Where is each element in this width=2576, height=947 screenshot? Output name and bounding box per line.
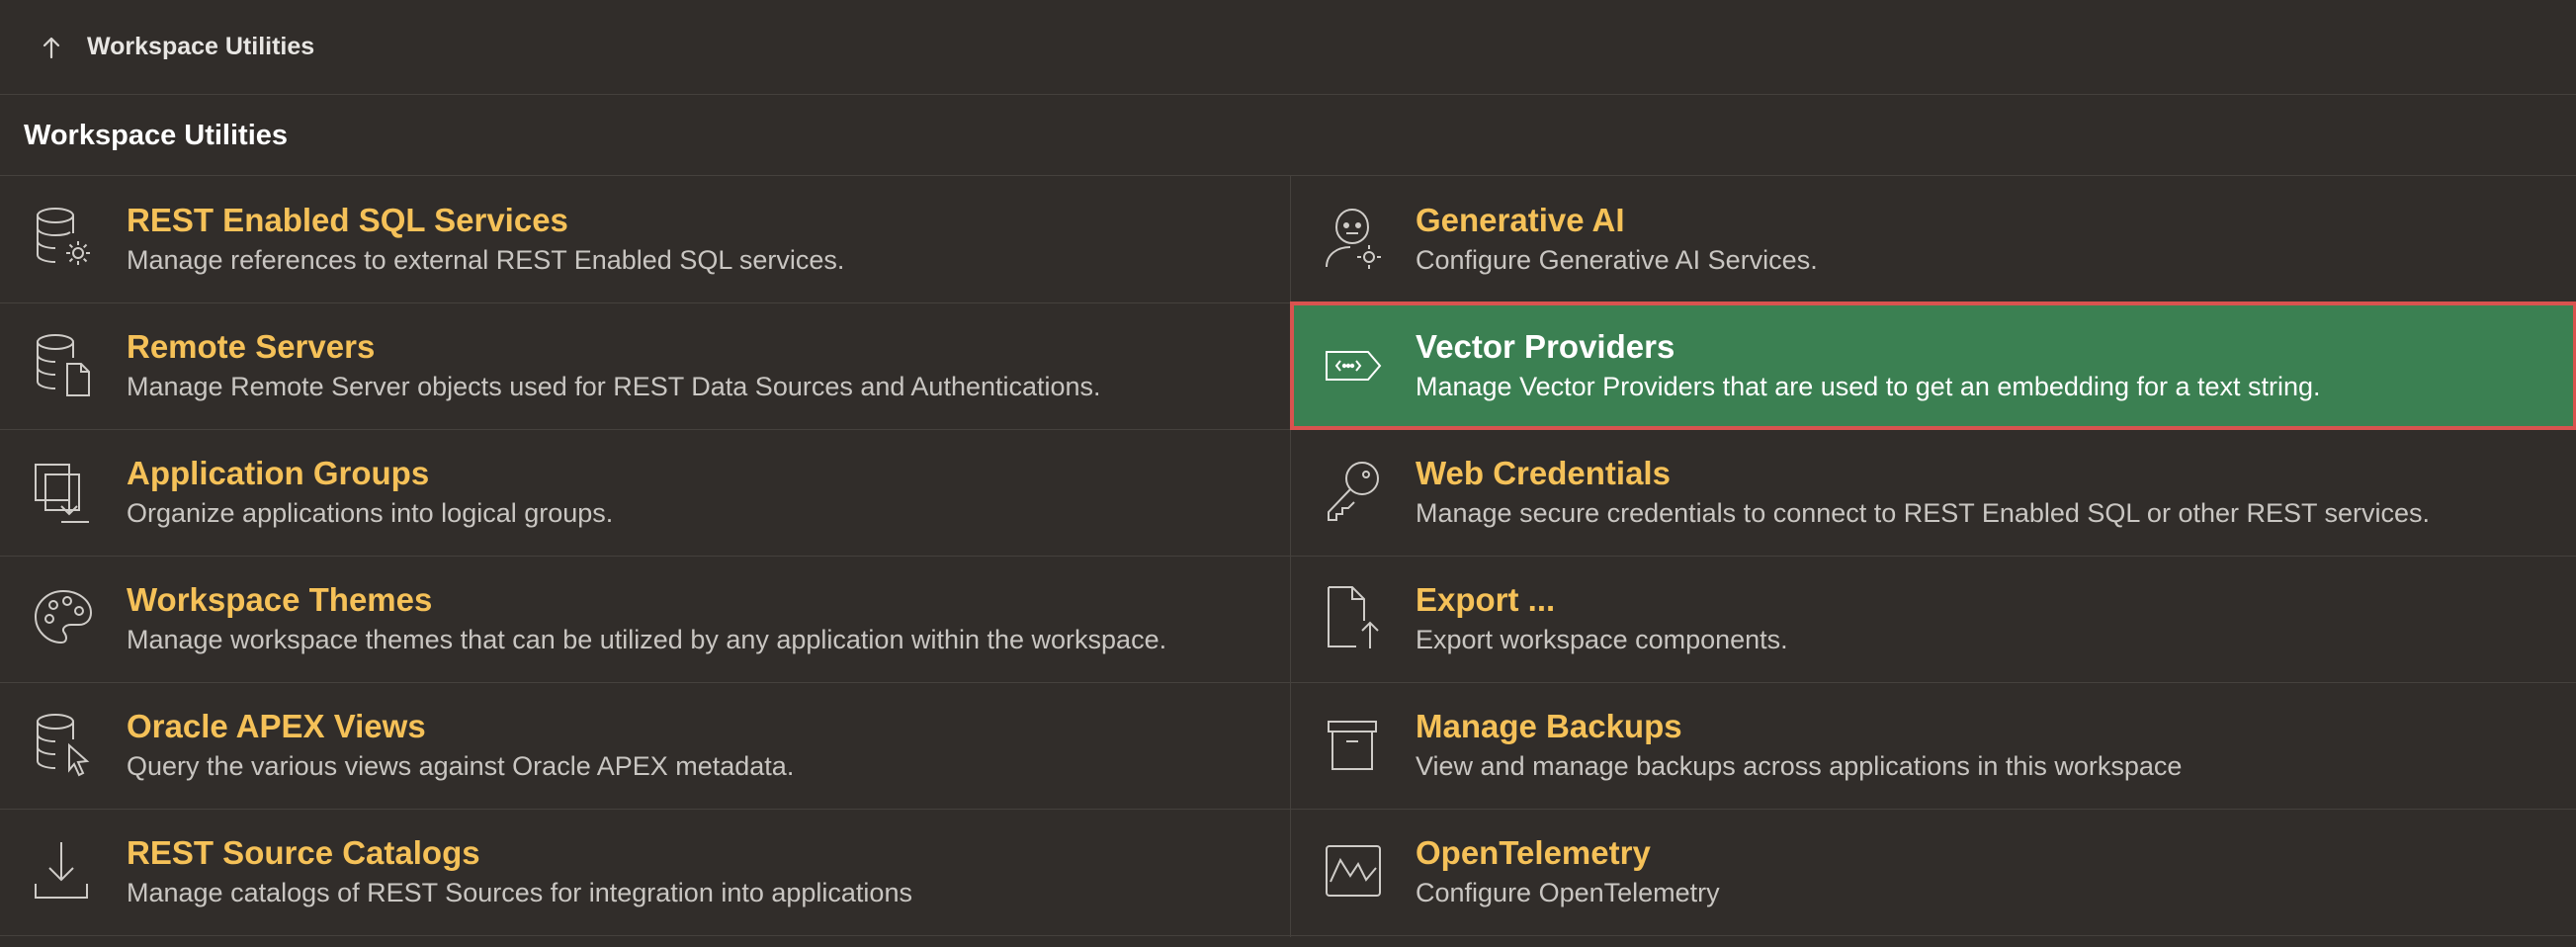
card-description: View and manage backups across applicati… — [1416, 751, 2183, 781]
vector-tag-icon — [1323, 330, 1386, 401]
card-title[interactable]: Oracle APEX Views — [127, 708, 426, 745]
card-title[interactable]: Remote Servers — [127, 328, 375, 366]
card-title[interactable]: REST Enabled SQL Services — [127, 202, 568, 239]
card-description: Manage workspace themes that can be util… — [127, 625, 1167, 654]
breadcrumb-title[interactable]: Workspace Utilities — [87, 33, 314, 61]
card-description: Organize applications into logical group… — [127, 498, 614, 528]
card-manage-backups[interactable]: Manage Backups View and manage backups a… — [1291, 682, 2576, 809]
database-document-icon — [32, 330, 95, 401]
activity-chart-icon — [1323, 836, 1386, 907]
card-title[interactable]: OpenTelemetry — [1416, 834, 1651, 872]
card-web-credentials[interactable]: Web Credentials Manage secure credential… — [1291, 429, 2576, 556]
arrow-up-icon[interactable] — [40, 33, 63, 62]
robot-gear-icon — [1323, 204, 1386, 275]
card-description: Query the various views against Oracle A… — [127, 751, 795, 781]
utilities-grid: REST Enabled SQL Services Manage referen… — [0, 176, 2576, 937]
card-oracle-apex-views[interactable]: Oracle APEX Views Query the various view… — [0, 682, 1290, 809]
card-description: Manage references to external REST Enabl… — [127, 245, 845, 275]
card-rest-enabled-sql-services[interactable]: REST Enabled SQL Services Manage referen… — [0, 176, 1290, 302]
card-remote-servers[interactable]: Remote Servers Manage Remote Server obje… — [0, 302, 1290, 429]
region-title: Workspace Utilities — [24, 119, 289, 151]
card-rest-source-catalogs[interactable]: REST Source Catalogs Manage catalogs of … — [0, 809, 1290, 935]
copy-download-icon — [32, 457, 95, 528]
card-title[interactable]: Generative AI — [1416, 202, 1625, 239]
card-title[interactable]: Application Groups — [127, 455, 429, 492]
card-description: Export workspace components. — [1416, 625, 1788, 654]
database-gear-icon — [32, 204, 95, 275]
card-title[interactable]: Vector Providers — [1416, 328, 1674, 366]
download-tray-icon — [32, 836, 95, 907]
card-description: Configure Generative AI Services. — [1416, 245, 1818, 275]
region-header: Workspace Utilities — [0, 96, 2576, 176]
card-description: Manage Vector Providers that are used to… — [1416, 372, 2321, 401]
breadcrumb-bar: Workspace Utilities — [0, 0, 2576, 95]
card-title[interactable]: Export ... — [1416, 581, 1555, 619]
row-divider — [0, 935, 2576, 936]
card-title[interactable]: Manage Backups — [1416, 708, 1682, 745]
card-opentelemetry[interactable]: OpenTelemetry Configure OpenTelemetry — [1291, 809, 2576, 935]
card-description: Manage secure credentials to connect to … — [1416, 498, 2431, 528]
card-description: Configure OpenTelemetry — [1416, 878, 1720, 907]
card-application-groups[interactable]: Application Groups Organize applications… — [0, 429, 1290, 556]
card-generative-ai[interactable]: Generative AI Configure Generative AI Se… — [1291, 176, 2576, 302]
file-export-icon — [1323, 583, 1386, 654]
card-title[interactable]: Web Credentials — [1416, 455, 1671, 492]
card-vector-providers[interactable]: Vector Providers Manage Vector Providers… — [1290, 301, 2576, 430]
key-icon — [1323, 457, 1386, 528]
database-cursor-icon — [32, 710, 95, 781]
card-description: Manage Remote Server objects used for RE… — [127, 372, 1101, 401]
card-export[interactable]: Export ... Export workspace components. — [1291, 556, 2576, 682]
card-title[interactable]: Workspace Themes — [127, 581, 432, 619]
card-title[interactable]: REST Source Catalogs — [127, 834, 480, 872]
palette-icon — [32, 583, 95, 654]
card-workspace-themes[interactable]: Workspace Themes Manage workspace themes… — [0, 556, 1290, 682]
card-description: Manage catalogs of REST Sources for inte… — [127, 878, 912, 907]
archive-box-icon — [1323, 710, 1386, 781]
